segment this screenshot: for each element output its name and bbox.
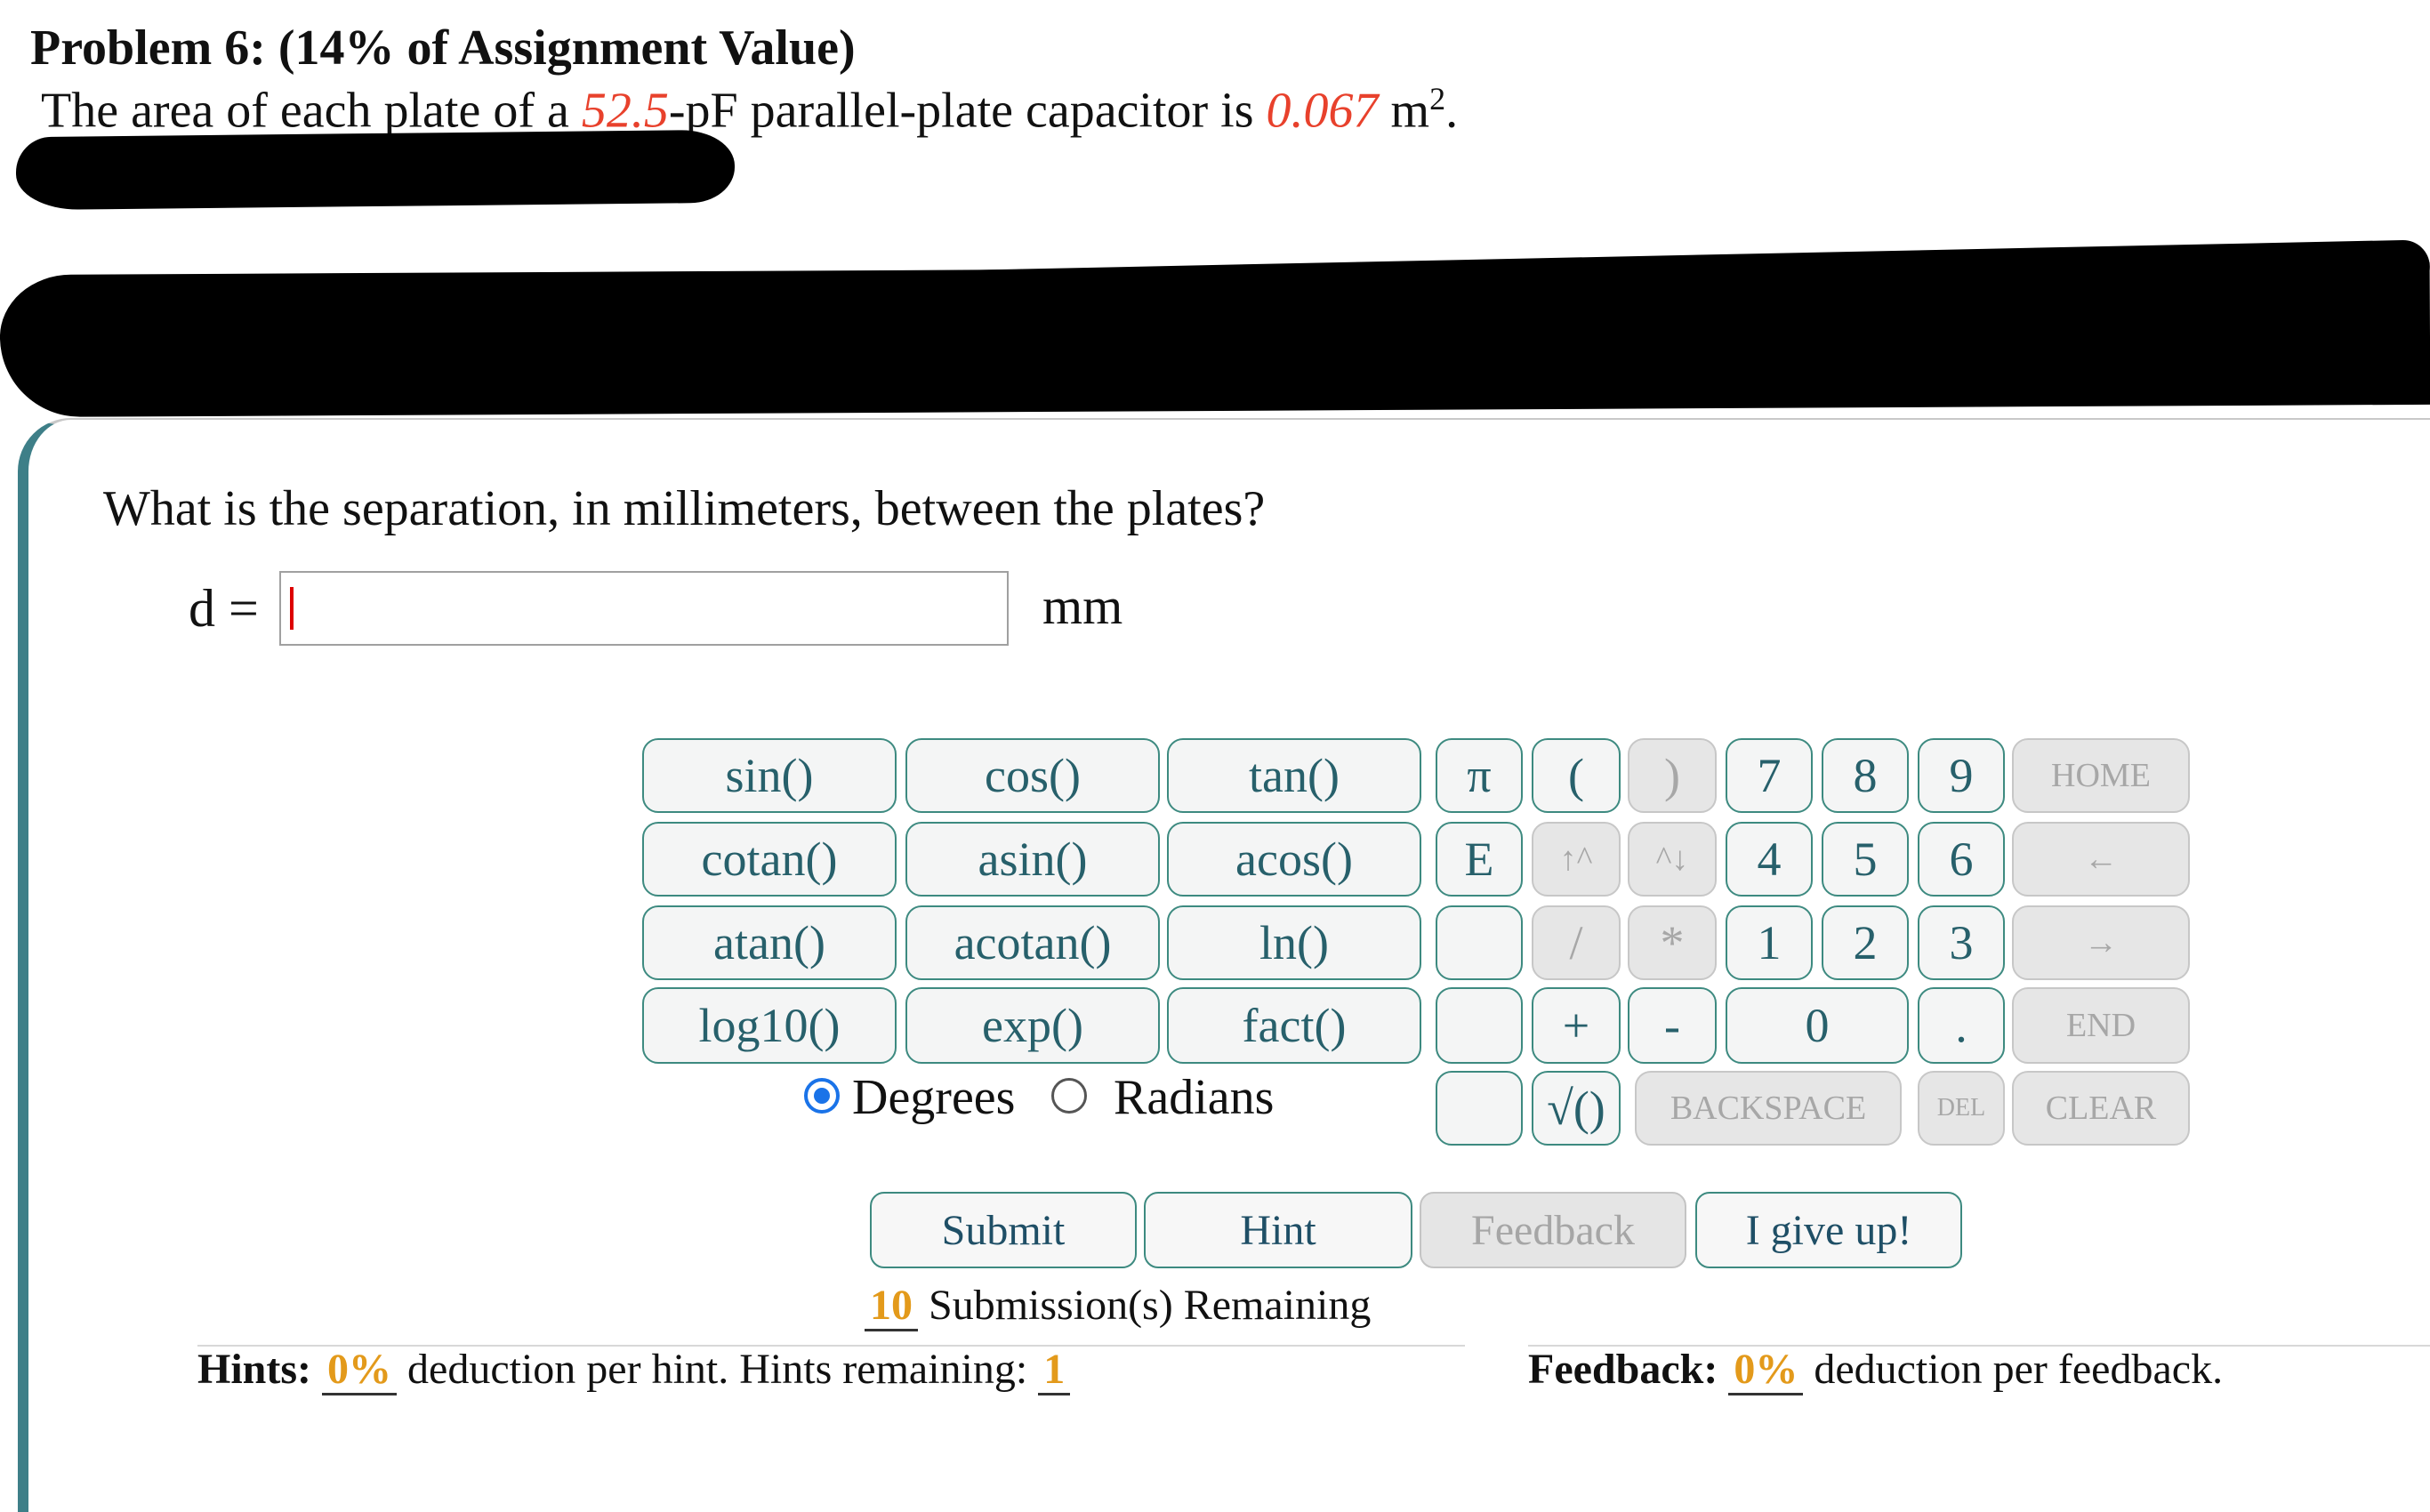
feedback-deduction: 0% xyxy=(1728,1346,1804,1395)
digit-1-key[interactable]: 1 xyxy=(1726,905,1813,980)
feedback-text: deduction per feedback. xyxy=(1803,1346,2224,1393)
open-paren-key[interactable]: ( xyxy=(1532,738,1621,813)
tan-key[interactable]: tan() xyxy=(1167,738,1421,813)
radians-label: Radians xyxy=(1114,1070,1275,1125)
hint-button[interactable]: Hint xyxy=(1144,1192,1412,1268)
feedback-button[interactable]: Feedback xyxy=(1420,1192,1686,1268)
pi-key[interactable]: π xyxy=(1436,738,1523,813)
unit-label: mm xyxy=(1042,577,1123,635)
submissions-remaining: 10 Submission(s) Remaining xyxy=(865,1281,1372,1331)
cotan-key[interactable]: cotan() xyxy=(642,822,897,897)
del-key[interactable]: DEL xyxy=(1918,1071,2005,1146)
log10-key[interactable]: log10() xyxy=(642,987,897,1064)
acos-key[interactable]: acos() xyxy=(1167,822,1421,897)
minus-key[interactable]: - xyxy=(1628,987,1717,1064)
statement-mid: -pF parallel-plate capacitor is xyxy=(668,83,1267,139)
cos-key[interactable]: cos() xyxy=(905,738,1160,813)
plus-key[interactable]: + xyxy=(1532,987,1621,1064)
submissions-count: 10 xyxy=(865,1282,918,1331)
exp-key[interactable]: exp() xyxy=(905,987,1160,1064)
up-power-key[interactable]: ↑^ xyxy=(1532,822,1621,897)
digit-6-key[interactable]: 6 xyxy=(1918,822,2005,897)
digit-4-key[interactable]: 4 xyxy=(1726,822,1813,897)
digit-3-key[interactable]: 3 xyxy=(1918,905,2005,980)
submissions-text: Submission(s) Remaining xyxy=(918,1282,1372,1329)
hints-text: deduction per hint. Hints remaining: xyxy=(397,1346,1039,1393)
ln-key[interactable]: ln() xyxy=(1167,905,1421,980)
problem-statement: The area of each plate of a 52.5-pF para… xyxy=(41,80,1458,140)
digit-2-key[interactable]: 2 xyxy=(1822,905,1909,980)
answer-input[interactable] xyxy=(279,571,1009,646)
asin-key[interactable]: asin() xyxy=(905,822,1160,897)
sqrt-key[interactable]: √() xyxy=(1532,1071,1621,1146)
hints-info: Hints: 0% deduction per hint. Hints rema… xyxy=(197,1345,1071,1395)
statement-end: . xyxy=(1445,83,1459,139)
redaction-mark xyxy=(15,129,736,211)
down-power-key[interactable]: ^↓ xyxy=(1628,822,1717,897)
problem-title: Problem 6: (14% of Assignment Value) xyxy=(30,20,856,76)
area-value: 0.067 xyxy=(1266,83,1379,139)
divide-key[interactable]: / xyxy=(1532,905,1621,980)
variable-label: d = xyxy=(189,579,259,638)
backspace-key[interactable]: BACKSPACE xyxy=(1635,1071,1902,1146)
acotan-key[interactable]: acotan() xyxy=(905,905,1160,980)
submit-button[interactable]: Submit xyxy=(870,1192,1137,1268)
hint-deduction: 0% xyxy=(322,1346,398,1395)
home-key[interactable]: HOME xyxy=(2012,738,2190,813)
question-text: What is the separation, in millimeters, … xyxy=(103,481,1266,536)
digit-5-key[interactable]: 5 xyxy=(1822,822,1909,897)
multiply-key[interactable]: * xyxy=(1628,905,1717,980)
hints-remaining: 1 xyxy=(1038,1346,1071,1395)
digit-0-key[interactable]: 0 xyxy=(1726,987,1909,1064)
give-up-button[interactable]: I give up! xyxy=(1695,1192,1962,1268)
digit-8-key[interactable]: 8 xyxy=(1822,738,1909,813)
hints-label: Hints: xyxy=(197,1346,312,1393)
digit-7-key[interactable]: 7 xyxy=(1726,738,1813,813)
degrees-radio[interactable] xyxy=(804,1078,840,1114)
blank-key[interactable] xyxy=(1436,1071,1523,1146)
close-paren-key[interactable]: ) xyxy=(1628,738,1717,813)
digit-9-key[interactable]: 9 xyxy=(1918,738,2005,813)
clear-key[interactable]: CLEAR xyxy=(2012,1071,2190,1146)
atan-key[interactable]: atan() xyxy=(642,905,897,980)
statement-prefix: The area of each plate of a xyxy=(41,83,582,139)
cursor-left-key[interactable]: ← xyxy=(2012,822,2190,897)
end-key[interactable]: END xyxy=(2012,987,2190,1064)
text-caret xyxy=(290,587,294,630)
feedback-info: Feedback: 0% deduction per feedback. xyxy=(1528,1345,2224,1395)
sin-key[interactable]: sin() xyxy=(642,738,897,813)
degrees-label: Degrees xyxy=(852,1070,1016,1125)
e-key[interactable]: E xyxy=(1436,822,1523,897)
blank-key[interactable] xyxy=(1436,987,1523,1064)
fact-key[interactable]: fact() xyxy=(1167,987,1421,1064)
radians-radio[interactable] xyxy=(1051,1078,1087,1114)
cursor-right-key[interactable]: → xyxy=(2012,905,2190,980)
feedback-label: Feedback: xyxy=(1528,1346,1718,1393)
blank-key[interactable] xyxy=(1436,905,1523,980)
statement-suffix: m xyxy=(1378,83,1430,139)
decimal-key[interactable]: . xyxy=(1918,987,2005,1064)
area-unit-power: 2 xyxy=(1429,81,1446,117)
